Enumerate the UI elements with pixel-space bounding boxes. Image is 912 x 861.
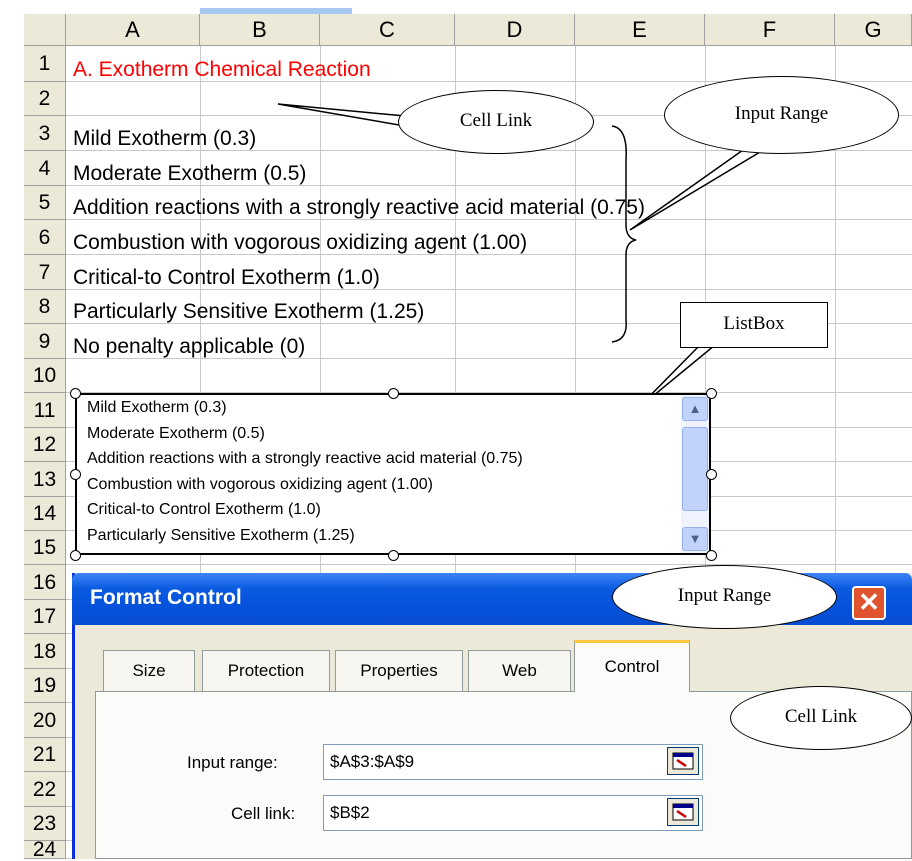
- collapse-dialog-icon: [672, 752, 694, 770]
- scroll-down-button[interactable]: ▼: [682, 527, 708, 551]
- cell-link-collapse-icon[interactable]: [667, 798, 699, 826]
- dialog-title: Format Control: [90, 586, 242, 609]
- scroll-thumb[interactable]: [682, 427, 708, 511]
- resize-handle[interactable]: [388, 550, 399, 561]
- resize-handle[interactable]: [70, 469, 81, 480]
- input-range-label: Input range:: [187, 753, 278, 772]
- resize-handle[interactable]: [70, 388, 81, 399]
- resize-handle[interactable]: [70, 550, 81, 561]
- cell-link-label: Cell link:: [231, 804, 296, 823]
- listbox-item[interactable]: Particularly Sensitive Exotherm (1.25): [87, 527, 355, 545]
- listbox-control[interactable]: Mild Exotherm (0.3) Moderate Exotherm (0.…: [75, 393, 711, 555]
- listbox-item[interactable]: Addition reactions with a strongly react…: [87, 450, 523, 468]
- callout-listbox: ListBox: [680, 302, 828, 348]
- brace-icon: [611, 125, 637, 343]
- callout-cell-link: Cell Link: [398, 90, 594, 154]
- close-button[interactable]: ✕: [852, 586, 886, 620]
- tab-protection[interactable]: Protection: [202, 650, 330, 692]
- cell-link-field[interactable]: $B$2: [323, 795, 703, 831]
- collapse-dialog-icon: [672, 803, 694, 821]
- tab-control[interactable]: Control: [574, 640, 690, 692]
- listbox-item[interactable]: Combustion with vogorous oxidizing agent…: [87, 476, 433, 494]
- cell-link-pointer: [277, 103, 406, 127]
- tab-size[interactable]: Size: [103, 650, 195, 692]
- listbox-item[interactable]: Mild Exotherm (0.3): [87, 399, 227, 417]
- callout-input-range-dialog: Input Range: [612, 565, 837, 629]
- resize-handle[interactable]: [388, 388, 399, 399]
- callout-cell-link-dialog: Cell Link: [730, 686, 912, 750]
- tab-web[interactable]: Web: [468, 650, 571, 692]
- listbox-item[interactable]: Critical-to Control Exotherm (1.0): [87, 501, 321, 519]
- listbox-scrollbar[interactable]: ▲ ▼: [681, 395, 709, 553]
- tab-properties[interactable]: Properties: [335, 650, 463, 692]
- resize-handle[interactable]: [706, 388, 717, 399]
- input-range-field[interactable]: $A$3:$A$9: [323, 744, 703, 780]
- input-range-collapse-icon[interactable]: [667, 747, 699, 775]
- resize-handle[interactable]: [706, 469, 717, 480]
- callout-input-range: Input Range: [664, 76, 899, 154]
- resize-handle[interactable]: [706, 550, 717, 561]
- scroll-up-button[interactable]: ▲: [682, 397, 708, 421]
- listbox-item[interactable]: Moderate Exotherm (0.5): [87, 425, 265, 443]
